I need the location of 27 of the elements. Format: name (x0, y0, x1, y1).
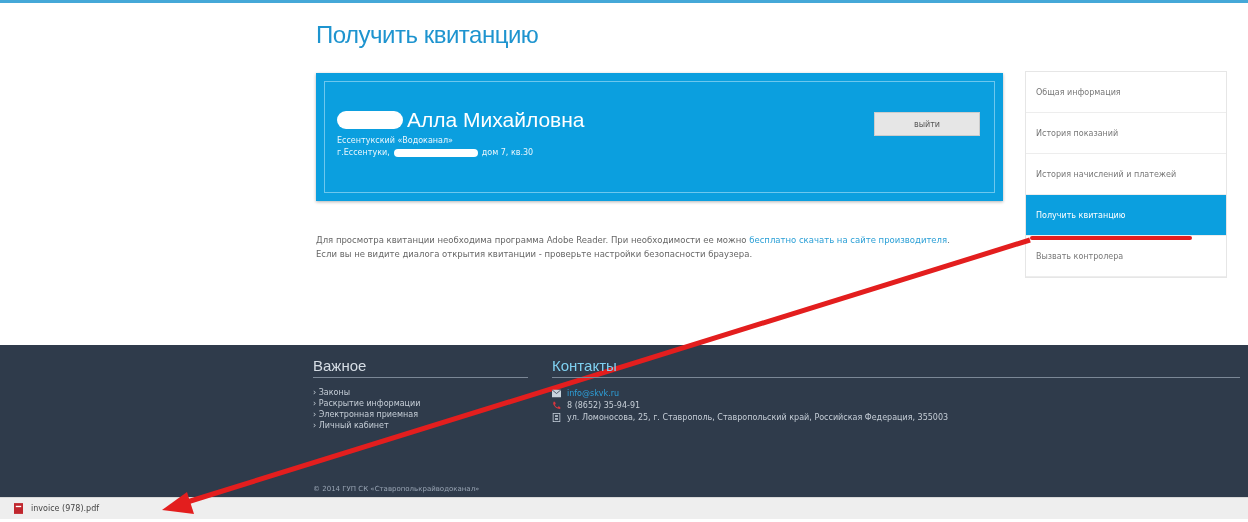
footer-heading: Важное (313, 357, 528, 378)
footer-link[interactable]: › Электронная приемная (313, 409, 528, 420)
info-note: Если вы не видите диалога открытия квитанции - проверьте настройки безопасности браузера. (316, 248, 754, 261)
address-text: ул. Ломоносова, 25, г. Ставрополь, Ставропольский край, Российская Федерация, 355003 (567, 412, 949, 422)
footer-link[interactable]: › Законы (313, 387, 528, 398)
page-title: Получить квитанцию (316, 21, 540, 49)
sidebar-item[interactable]: Вызвать контролера (1026, 236, 1226, 277)
mail-icon (552, 388, 561, 398)
pdf-file-icon (14, 503, 23, 514)
footer-link[interactable]: › Раскрытие информации (313, 398, 528, 409)
building-icon (552, 412, 561, 422)
sidebar-item[interactable]: История показаний (1026, 113, 1226, 154)
info-text: Для просмотра квитанции необходима программа Adobe Reader. При необходимости ее можно бесплатно скачать на сайте производителя. (316, 234, 951, 247)
address-text: г.Ессентуки, (337, 148, 390, 157)
footer-link[interactable]: › Личный кабинет (313, 420, 528, 431)
downloaded-file-item[interactable]: invoice (978).pdf (31, 504, 100, 513)
logout-button[interactable]: выйти (874, 112, 980, 136)
phone-text: 8 (8652) 35-94-91 (567, 400, 641, 410)
address-text: дом 7, кв.30 (481, 148, 534, 157)
email-link[interactable]: info@skvk.ru (567, 388, 620, 398)
sidebar-item[interactable]: Общая информация (1026, 72, 1226, 113)
phone-icon (552, 400, 561, 410)
sidebar-item[interactable]: Получить квитанцию (1026, 195, 1226, 236)
footer-heading: Контакты (552, 357, 1240, 378)
redaction-mark (337, 111, 403, 129)
account-name: Алла Михайловна (407, 108, 585, 132)
organization-name: Ессентукский «Водоканал» (337, 136, 454, 145)
